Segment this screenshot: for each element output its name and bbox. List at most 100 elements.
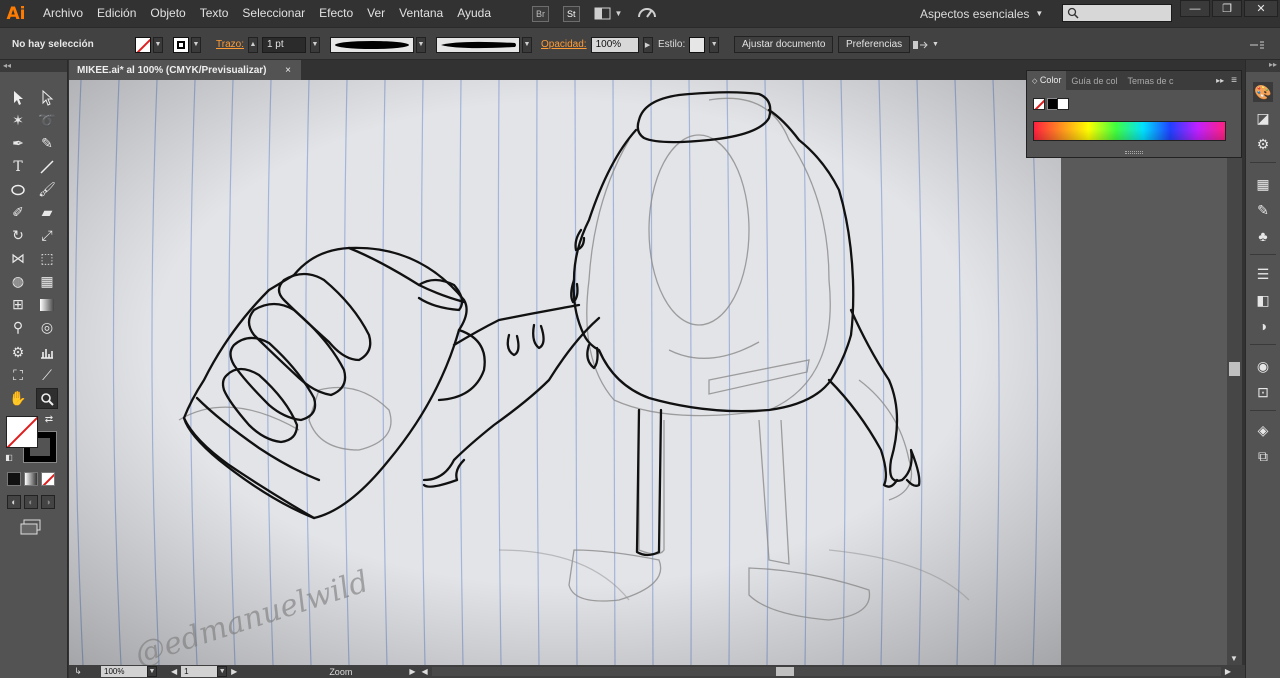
color-spectrum-ramp[interactable] — [1033, 121, 1226, 141]
stroke-color-control[interactable]: ▼ — [173, 28, 201, 61]
gradient-panel-icon[interactable]: ◧ — [1253, 290, 1273, 310]
chevron-down-icon[interactable]: ▼ — [147, 666, 157, 677]
arrange-documents-icon[interactable]: ▼ — [594, 7, 622, 21]
tab-color-guide[interactable]: Guía de col — [1066, 76, 1122, 86]
zoom-level-input[interactable]: 100% — [101, 666, 147, 677]
symbol-sprayer-tool-icon[interactable]: ⚙ — [7, 342, 29, 363]
help-search-input[interactable] — [1062, 4, 1172, 22]
ellipse-tool-icon[interactable] — [7, 179, 29, 200]
white-swatch[interactable] — [1057, 98, 1069, 110]
stroke-panel-icon[interactable]: ☰ — [1253, 264, 1273, 284]
color-panel-icon[interactable]: 🎨 — [1253, 82, 1273, 102]
draw-inside-icon[interactable]: ◑ — [41, 495, 55, 509]
pen-tool-icon[interactable]: ✒ — [7, 133, 29, 154]
gradient-mode-icon[interactable] — [24, 472, 38, 486]
curvature-tool-icon[interactable]: ✎ — [36, 133, 58, 154]
gpu-performance-icon[interactable] — [636, 4, 658, 23]
stroke-label[interactable]: Trazo: — [216, 39, 244, 50]
mesh-tool-icon[interactable]: ⊞ — [7, 294, 29, 315]
color-themes-icon[interactable]: ⚙ — [1253, 134, 1273, 154]
artboards-panel-icon[interactable]: ⧉ — [1253, 446, 1273, 466]
chevron-down-icon[interactable]: ▼ — [709, 36, 720, 53]
width-tool-icon[interactable]: ⋈ — [7, 248, 29, 269]
close-tab-icon[interactable]: × — [285, 65, 291, 76]
close-window-button[interactable]: ✕ — [1244, 0, 1278, 17]
scrollbar-thumb[interactable] — [1229, 362, 1240, 376]
draw-normal-icon[interactable]: ◐ — [7, 495, 21, 509]
menu-texto[interactable]: Texto — [193, 0, 236, 27]
column-graph-tool-icon[interactable] — [36, 342, 58, 363]
hand-tool-icon[interactable]: ✋ — [7, 388, 29, 409]
stroke-weight-input[interactable]: 1 pt — [261, 36, 306, 53]
layers-panel-icon[interactable]: ◈ — [1253, 420, 1273, 440]
screen-mode-icon[interactable] — [20, 519, 42, 538]
view-toggle-icon[interactable]: ↳ — [69, 666, 87, 677]
symbols-icon[interactable]: ♣ — [1253, 226, 1273, 246]
variable-width-profile[interactable] — [330, 36, 414, 53]
preferences-button[interactable]: Preferencias — [838, 36, 911, 53]
transparency-panel-icon[interactable]: ◑ — [1253, 316, 1273, 336]
graphic-styles-icon[interactable]: ⊡ — [1253, 382, 1273, 402]
chevron-down-icon[interactable]: ▼ — [522, 36, 532, 53]
chevron-down-icon[interactable]: ▼ — [217, 666, 228, 677]
graphic-style-swatch[interactable] — [689, 36, 706, 53]
gradient-tool-icon[interactable] — [36, 294, 58, 315]
artboard-tool-icon[interactable]: ⛶ — [7, 365, 29, 386]
artboard[interactable]: @edmanuelwild — [69, 80, 1061, 665]
menu-efecto[interactable]: Efecto — [312, 0, 360, 27]
tab-color-themes[interactable]: Temas de c — [1122, 76, 1178, 86]
direct-selection-tool-icon[interactable] — [36, 87, 58, 108]
expand-panel-icon[interactable]: ▸▸ — [1213, 76, 1227, 85]
canvas-area[interactable]: @edmanuelwild — [69, 80, 1227, 665]
artboard-number-input[interactable]: 1 — [181, 666, 218, 677]
panel-menu-icon[interactable] — [1250, 28, 1264, 61]
type-tool-icon[interactable]: T — [7, 156, 29, 177]
opacity-input[interactable]: 100% — [590, 36, 639, 53]
scrollbar-thumb[interactable] — [775, 667, 794, 676]
artboard-prev-icon[interactable]: ◀ — [171, 667, 177, 676]
scale-tool-icon[interactable]: ⤢ — [36, 225, 58, 246]
eyedropper-tool-icon[interactable]: ⚲ — [7, 317, 29, 338]
status-menu-icon[interactable]: ▶ — [409, 667, 415, 676]
dock-collapse-icon[interactable]: ▸▸ — [1246, 60, 1280, 72]
menu-archivo[interactable]: Archivo — [36, 0, 90, 27]
stroke-stepper[interactable]: ▲ — [247, 36, 258, 53]
brushes-icon[interactable]: ✎ — [1253, 200, 1273, 220]
tools-collapse-icon[interactable]: ◂◂ — [0, 60, 67, 72]
free-transform-tool-icon[interactable]: ⬚ — [36, 248, 58, 269]
none-swatch[interactable] — [1033, 98, 1045, 110]
stroke-swatch[interactable] — [173, 36, 189, 53]
chevron-down-icon[interactable]: ▼ — [309, 36, 320, 53]
blend-tool-icon[interactable]: ◎ — [36, 317, 58, 338]
minimize-button[interactable]: — — [1180, 0, 1210, 17]
rotate-tool-icon[interactable]: ↻ — [7, 225, 29, 246]
chevron-down-icon[interactable]: ▼ — [153, 36, 163, 53]
menu-ayuda[interactable]: Ayuda — [450, 0, 498, 27]
h-scroll-right-icon[interactable]: ▶ — [1225, 667, 1231, 676]
fill-swatch[interactable] — [135, 36, 151, 53]
perspective-grid-tool-icon[interactable]: ▦ — [36, 271, 58, 292]
scroll-down-icon[interactable]: ▼ — [1230, 654, 1238, 663]
arrange-icon[interactable]: ▼ — [912, 28, 939, 61]
document-setup-button[interactable]: Ajustar documento — [734, 36, 834, 53]
tab-color[interactable]: ◇ Color — [1027, 71, 1067, 90]
panel-resize-handle[interactable] — [1125, 151, 1143, 154]
shaper-tool-icon[interactable]: ✐ — [7, 202, 29, 223]
panel-menu-icon[interactable]: ≡ — [1227, 75, 1241, 86]
menu-objeto[interactable]: Objeto — [143, 0, 192, 27]
menu-seleccionar[interactable]: Seleccionar — [235, 0, 312, 27]
eraser-tool-icon[interactable]: ▰ — [36, 202, 58, 223]
chevron-down-icon[interactable]: ▼ — [191, 36, 201, 53]
artboard-next-icon[interactable]: ▶ — [231, 667, 237, 676]
workspace-switcher[interactable]: Aspectos esenciales ▼ — [920, 0, 1043, 27]
line-segment-tool-icon[interactable] — [36, 156, 58, 177]
vertical-scrollbar[interactable]: ▼ — [1227, 80, 1242, 665]
fill-color-control[interactable]: ▼ — [135, 28, 163, 61]
opacity-label[interactable]: Opacidad: — [541, 39, 587, 50]
brush-definition[interactable] — [436, 36, 520, 53]
default-colors-icon[interactable]: ◧ — [3, 451, 15, 463]
stock-button[interactable]: St — [563, 5, 580, 22]
none-mode-icon[interactable] — [41, 472, 55, 486]
chevron-down-icon[interactable]: ▼ — [416, 36, 426, 53]
h-scroll-left-icon[interactable]: ◀ — [421, 667, 427, 676]
